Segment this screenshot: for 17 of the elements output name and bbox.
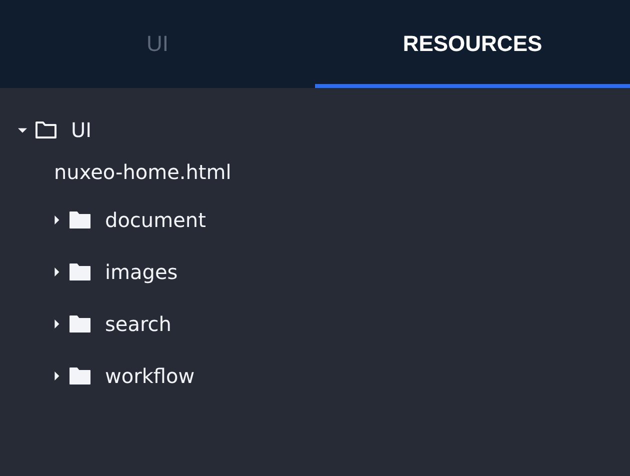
folder-icon	[35, 121, 57, 139]
caret-right-icon[interactable]	[52, 371, 61, 381]
folder-name[interactable]: UI	[71, 118, 92, 142]
caret-right-icon[interactable]	[52, 319, 61, 329]
folder-icon	[69, 211, 91, 229]
tab[interactable]: RESOURCES	[315, 0, 630, 88]
folder-icon	[69, 263, 91, 281]
file-name[interactable]: nuxeo-home.html	[54, 160, 232, 184]
caret-right-icon[interactable]	[52, 215, 61, 225]
folder-name[interactable]: document	[105, 208, 206, 232]
caret-right-icon[interactable]	[52, 267, 61, 277]
folder-name[interactable]: workflow	[105, 364, 195, 388]
folder-name[interactable]: search	[105, 312, 172, 336]
folder-icon	[69, 367, 91, 385]
folder-name[interactable]: images	[105, 260, 178, 284]
caret-down-icon[interactable]	[18, 125, 27, 135]
folder-icon	[69, 315, 91, 333]
